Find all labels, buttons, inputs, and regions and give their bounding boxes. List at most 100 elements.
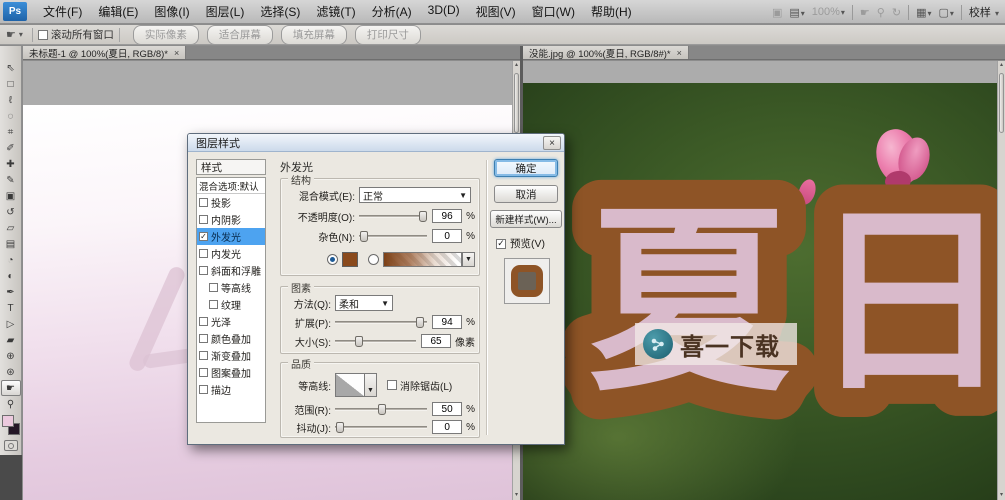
zoom-tool[interactable]: ⚲ bbox=[1, 396, 21, 412]
brush-tool[interactable]: ✎ bbox=[1, 172, 21, 188]
style-item-0[interactable]: 投影 bbox=[197, 194, 265, 211]
foreground-color-swatch[interactable] bbox=[1, 415, 14, 427]
rotate-view-icon[interactable]: ↻ bbox=[892, 6, 901, 19]
cancel-button[interactable]: 取消 bbox=[494, 185, 558, 203]
noise-input[interactable] bbox=[432, 229, 463, 243]
style-item-10[interactable]: 图案叠加 bbox=[197, 364, 265, 381]
style-item-5[interactable]: 等高线 bbox=[197, 279, 265, 296]
menu-item-3[interactable]: 图层(L) bbox=[198, 3, 253, 20]
opacity-slider[interactable] bbox=[359, 210, 428, 222]
preview-checkbox[interactable]: ✓ bbox=[496, 238, 506, 249]
gradient-preview-bar[interactable] bbox=[382, 251, 462, 267]
style-item-11[interactable]: 描边 bbox=[197, 381, 265, 398]
style-item-checkbox[interactable] bbox=[199, 215, 208, 224]
print-size-button[interactable]: 打印尺寸 bbox=[354, 24, 421, 45]
hand-tool-icon[interactable]: ☛ bbox=[860, 6, 870, 19]
menu-item-6[interactable]: 分析(A) bbox=[364, 3, 420, 20]
zoom-level-display[interactable]: 100%▾ bbox=[812, 6, 845, 18]
technique-dropdown[interactable]: 柔和 ▼ bbox=[335, 295, 393, 311]
quick-selection-tool[interactable]: ◌ bbox=[1, 108, 21, 124]
contour-thumbnail[interactable] bbox=[335, 373, 365, 397]
path-selection-tool[interactable]: ▷ bbox=[1, 316, 21, 332]
style-item-1[interactable]: 内阴影 bbox=[197, 211, 265, 228]
tab-untitled-document[interactable]: 未标题-1 @ 100%(夏日, RGB/8)* × bbox=[23, 46, 187, 60]
gradient-picker-arrow[interactable]: ▼ bbox=[462, 251, 475, 267]
close-tab-icon[interactable]: × bbox=[677, 48, 682, 58]
crop-tool[interactable]: ⌗ bbox=[1, 124, 21, 140]
jitter-input[interactable] bbox=[432, 420, 463, 434]
screen-mode-button[interactable]: ▢▾ bbox=[939, 6, 954, 19]
style-item-checkbox[interactable] bbox=[199, 385, 208, 394]
style-item-checkbox[interactable] bbox=[199, 351, 208, 360]
menu-item-0[interactable]: 文件(F) bbox=[35, 3, 90, 20]
3d-orbit-tool[interactable]: ⊛ bbox=[1, 364, 21, 380]
tab-summer-image[interactable]: 没能.jpg @ 100%(夏日, RGB/8#)* × bbox=[523, 46, 689, 60]
type-tool[interactable]: T bbox=[1, 300, 21, 316]
gradient-tool[interactable]: ▤ bbox=[1, 236, 21, 252]
scroll-all-windows-checkbox[interactable] bbox=[37, 29, 48, 40]
menu-item-8[interactable]: 视图(V) bbox=[468, 3, 524, 20]
style-item-checkbox[interactable] bbox=[199, 249, 208, 258]
style-item-checkbox[interactable] bbox=[199, 266, 208, 275]
contour-picker-arrow[interactable]: ▼ bbox=[365, 373, 377, 397]
move-tool[interactable]: ⇖ bbox=[1, 60, 21, 76]
blending-options-default[interactable]: 混合选项:默认 bbox=[197, 178, 265, 194]
close-tab-icon[interactable]: × bbox=[174, 48, 179, 58]
dialog-close-button[interactable]: × bbox=[543, 136, 561, 150]
jitter-slider[interactable] bbox=[335, 421, 428, 433]
workspace-switcher[interactable]: 校样 ▾ bbox=[969, 4, 999, 20]
blend-mode-dropdown[interactable]: 正常 ▼ bbox=[359, 187, 471, 203]
style-item-3[interactable]: 内发光 bbox=[197, 245, 265, 262]
style-item-checkbox[interactable] bbox=[209, 300, 218, 309]
opacity-input[interactable] bbox=[432, 209, 463, 223]
right-vertical-scrollbar[interactable]: ▴ ▾ bbox=[997, 61, 1005, 500]
quick-mask-button[interactable] bbox=[3, 440, 18, 451]
noise-slider[interactable] bbox=[359, 230, 428, 242]
menu-item-9[interactable]: 窗口(W) bbox=[524, 3, 583, 20]
style-item-checkbox[interactable]: ✓ bbox=[199, 232, 208, 241]
blur-tool[interactable]: ◔ bbox=[1, 252, 21, 268]
clone-stamp-tool[interactable]: ▣ bbox=[1, 188, 21, 204]
style-item-7[interactable]: 光泽 bbox=[197, 313, 265, 330]
spread-slider[interactable] bbox=[335, 316, 428, 328]
eraser-tool[interactable]: ▱ bbox=[1, 220, 21, 236]
new-style-button[interactable]: 新建样式(W)... bbox=[490, 210, 562, 228]
spread-input[interactable] bbox=[432, 315, 463, 329]
arrange-documents-button[interactable]: ▦▾ bbox=[916, 6, 931, 19]
menu-item-2[interactable]: 图像(I) bbox=[146, 3, 197, 20]
eyedropper-tool[interactable]: ✐ bbox=[1, 140, 21, 156]
fill-screen-button[interactable]: 填充屏幕 bbox=[280, 24, 347, 45]
style-item-checkbox[interactable] bbox=[199, 317, 208, 326]
menu-item-4[interactable]: 选择(S) bbox=[252, 3, 308, 20]
size-slider[interactable] bbox=[335, 335, 416, 347]
view-extras-button[interactable]: ▤▾ bbox=[789, 6, 804, 19]
style-item-checkbox[interactable] bbox=[199, 334, 208, 343]
hand-tool[interactable]: ☛ bbox=[0, 380, 21, 396]
glow-color-swatch[interactable] bbox=[342, 251, 359, 267]
style-item-checkbox[interactable] bbox=[209, 283, 218, 292]
antialias-checkbox[interactable] bbox=[387, 380, 397, 390]
style-item-8[interactable]: 颜色叠加 bbox=[197, 330, 265, 347]
style-item-checkbox[interactable] bbox=[199, 368, 208, 377]
dialog-title-bar[interactable]: 图层样式 × bbox=[188, 134, 564, 152]
history-brush-tool[interactable]: ↺ bbox=[1, 204, 21, 220]
spot-healing-tool[interactable]: ✚ bbox=[1, 156, 21, 172]
current-tool-button[interactable]: ☛ ▾ bbox=[6, 28, 23, 41]
marquee-tool[interactable]: □ bbox=[1, 76, 21, 92]
style-item-4[interactable]: 斜面和浮雕 bbox=[197, 262, 265, 279]
lasso-tool[interactable]: ℓ bbox=[1, 92, 21, 108]
shape-tool[interactable]: ▰ bbox=[1, 332, 21, 348]
menu-item-7[interactable]: 3D(D) bbox=[420, 3, 468, 20]
photo-canvas[interactable]: 夏日 夏日 喜一下载 bbox=[523, 83, 997, 500]
menu-item-10[interactable]: 帮助(H) bbox=[583, 3, 640, 20]
ok-button[interactable]: 确定 bbox=[494, 159, 558, 177]
style-item-2[interactable]: ✓ 外发光 bbox=[197, 228, 265, 245]
color-radio[interactable] bbox=[327, 253, 338, 265]
style-item-checkbox[interactable] bbox=[199, 198, 208, 207]
range-input[interactable] bbox=[432, 402, 463, 416]
style-item-9[interactable]: 渐变叠加 bbox=[197, 347, 265, 364]
range-slider[interactable] bbox=[335, 403, 428, 415]
gradient-radio[interactable] bbox=[367, 253, 379, 265]
fit-screen-button[interactable]: 适合屏幕 bbox=[206, 24, 273, 45]
3d-rotate-tool[interactable]: ⊕ bbox=[1, 348, 21, 364]
